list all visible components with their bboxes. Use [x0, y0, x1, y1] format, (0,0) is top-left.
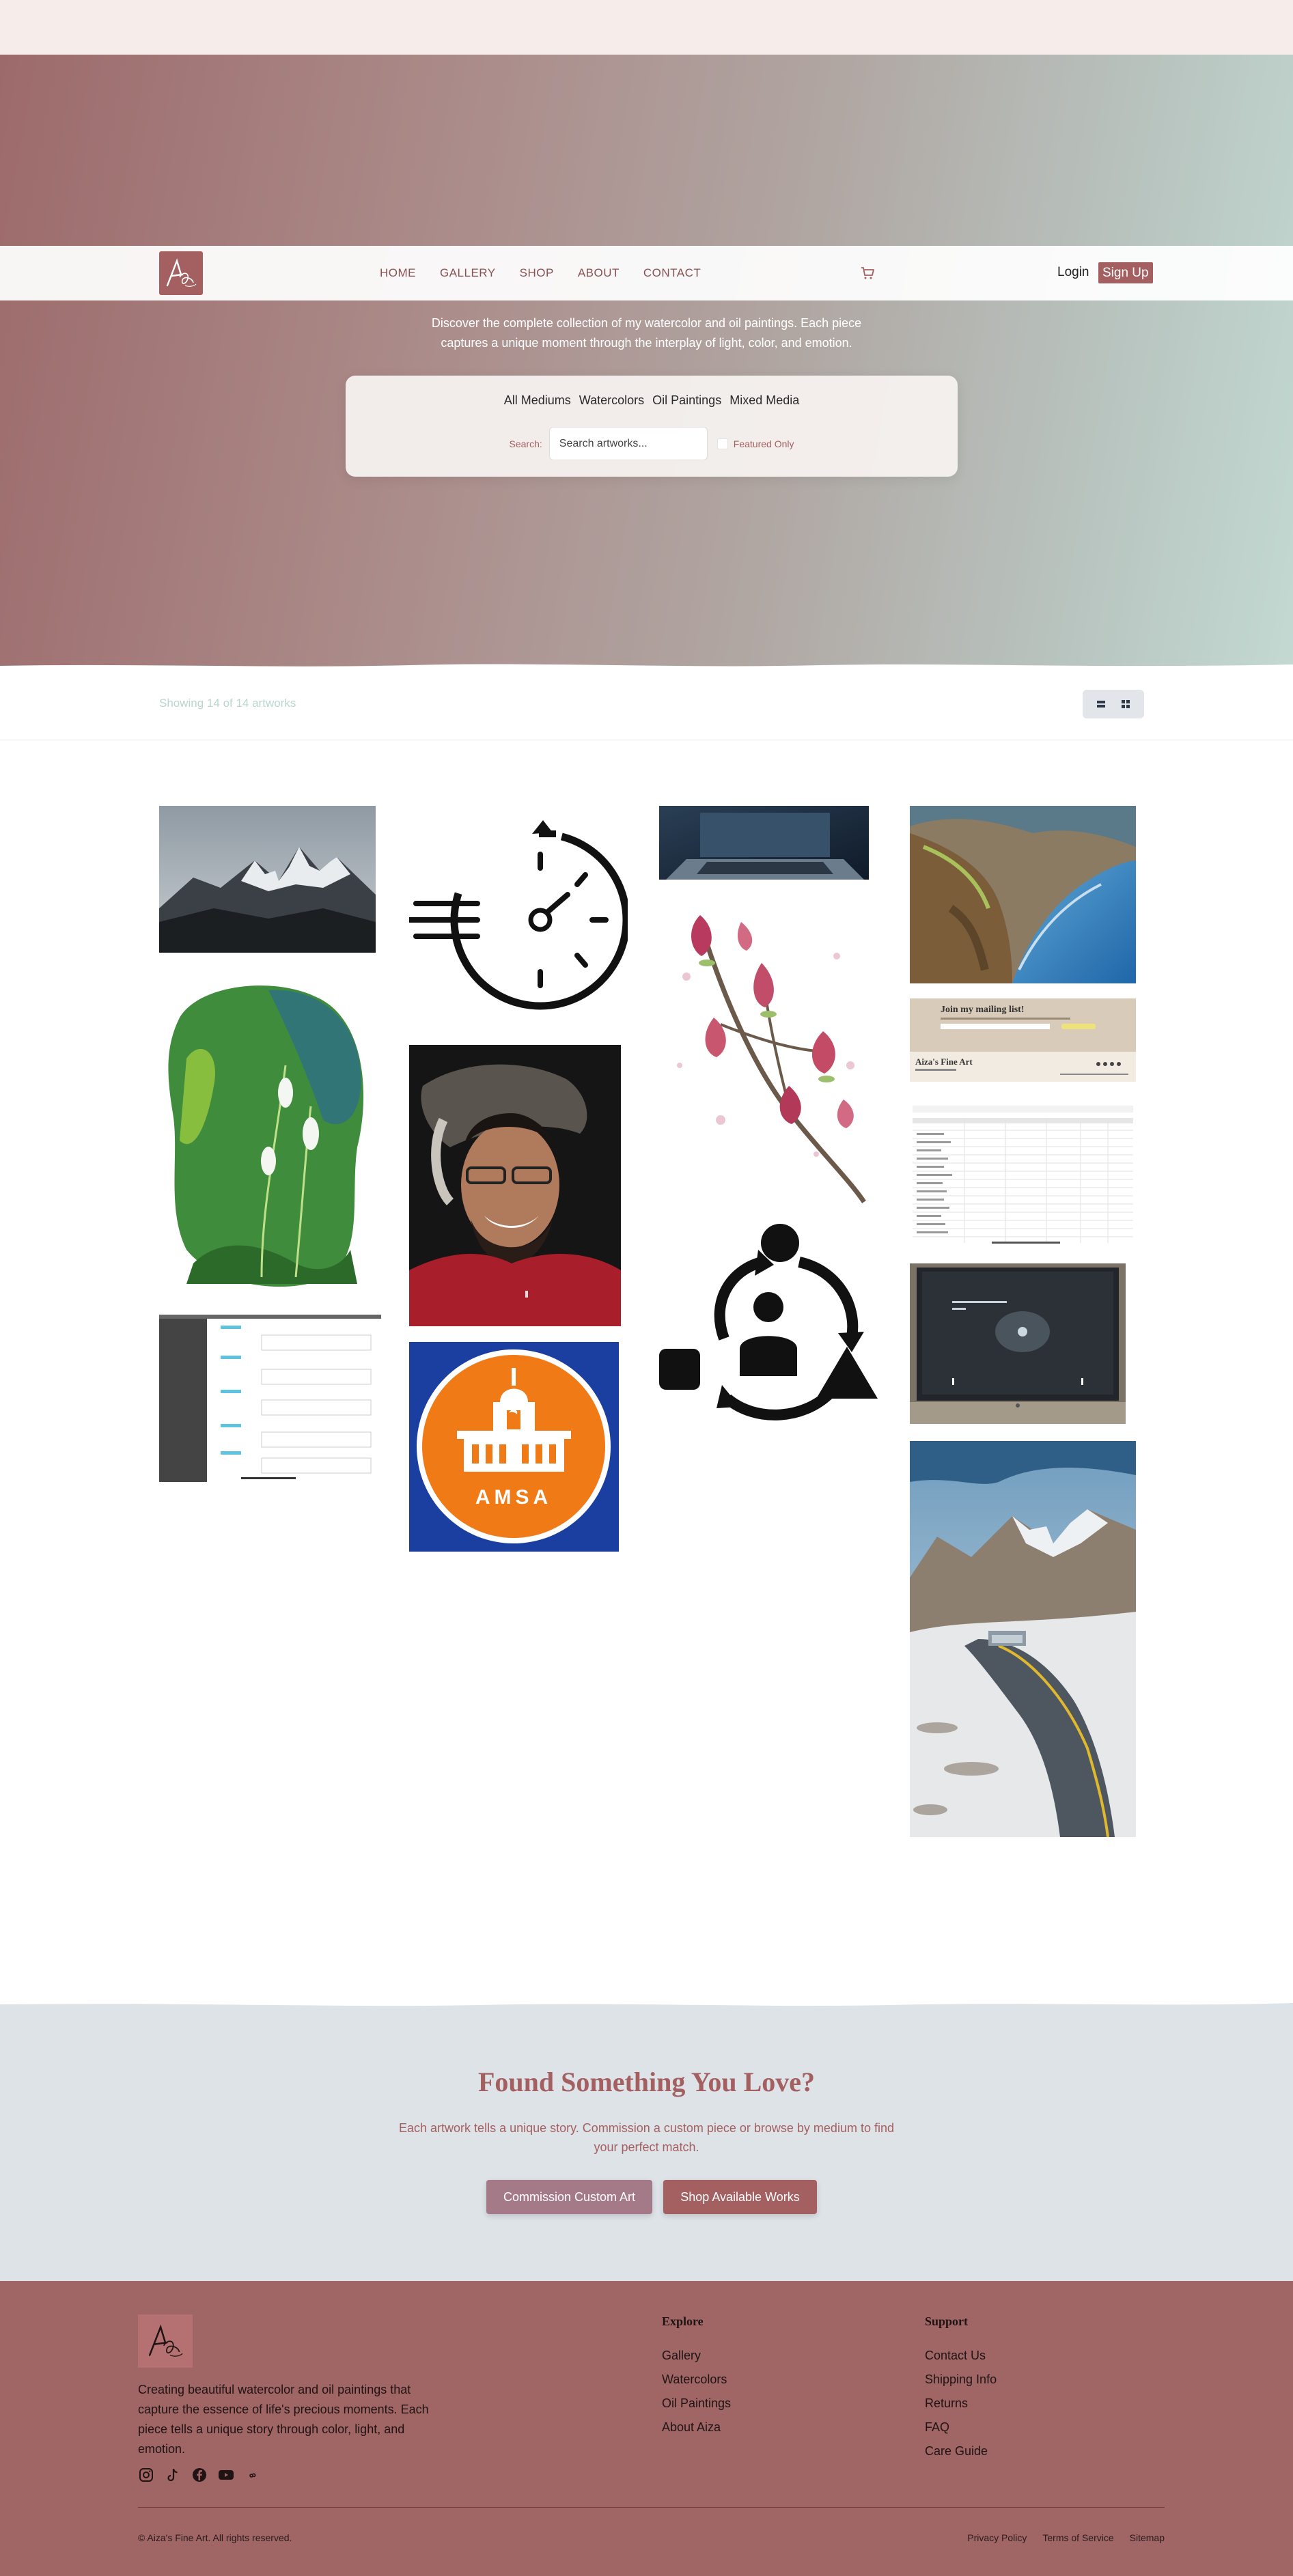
- nav-home[interactable]: HOME: [380, 266, 416, 280]
- featured-only-toggle[interactable]: Featured Only: [717, 438, 794, 449]
- artwork-amsa-logo[interactable]: AMSA: [409, 1342, 619, 1552]
- footer-link-gallery[interactable]: Gallery: [662, 2344, 731, 2368]
- footer-logo[interactable]: [138, 2314, 193, 2368]
- hero-description-line: Discover the complete collection of my w…: [431, 316, 862, 330]
- threads-icon[interactable]: [245, 2467, 261, 2483]
- site-logo[interactable]: [159, 251, 203, 295]
- artwork-snowdrops-watercolor[interactable]: [159, 977, 376, 1287]
- footer-explore-title: Explore: [662, 2314, 704, 2328]
- artwork-mailing-list-screenshot[interactable]: Join my mailing list! Aiza's Fine Art: [910, 998, 1136, 1082]
- commission-custom-art-button[interactable]: Commission Custom Art: [486, 2180, 652, 2214]
- top-strip: [0, 0, 1293, 55]
- list-view-icon[interactable]: [1096, 699, 1106, 709]
- footer-divider: [138, 2507, 1165, 2508]
- search-input[interactable]: [548, 427, 708, 460]
- cta-description: Each artwork tells a unique story. Commi…: [0, 2118, 1293, 2157]
- footer-link-about[interactable]: About Aiza: [662, 2416, 731, 2439]
- nav-shop[interactable]: SHOP: [520, 266, 554, 280]
- legal-links: Privacy Policy Terms of Service Sitemap: [967, 2532, 1165, 2543]
- results-bar: Showing 14 of 14 artworks: [0, 669, 1293, 740]
- amsa-logo-text: AMSA: [475, 1486, 552, 1509]
- cta-wave-divider: [0, 2000, 1293, 2006]
- instagram-icon[interactable]: [138, 2467, 154, 2483]
- footer-link-contact[interactable]: Contact Us: [925, 2344, 997, 2368]
- search-row: Search: Featured Only: [346, 427, 958, 460]
- featured-label: Featured Only: [733, 438, 794, 449]
- artwork-portrait-photo[interactable]: [409, 1045, 621, 1326]
- footer-link-care-guide[interactable]: Care Guide: [925, 2439, 997, 2463]
- copyright: © Aiza's Fine Art. All rights reserved.: [138, 2532, 292, 2543]
- artwork-data-table-screenshot[interactable]: [910, 1103, 1136, 1246]
- grid-view-icon[interactable]: [1121, 699, 1130, 709]
- view-toggle: [1083, 690, 1144, 718]
- footer-support-column: Support Contact Us Shipping Info Returns…: [925, 2314, 997, 2463]
- search-label: Search:: [509, 438, 542, 449]
- site-footer: Creating beautiful watercolor and oil pa…: [0, 2281, 1293, 2576]
- artwork-laptop-screen-photo[interactable]: [910, 1263, 1126, 1424]
- main-navbar: HOME GALLERY SHOP ABOUT CONTACT Login Si…: [0, 246, 1293, 300]
- artwork-community-cycle-icon[interactable]: [659, 1222, 878, 1434]
- hero-description: Discover the complete collection of my w…: [0, 313, 1293, 353]
- mailing-brand: Aiza's Fine Art: [915, 1056, 973, 1067]
- filter-tab-all[interactable]: All Mediums: [504, 393, 571, 408]
- privacy-policy-link[interactable]: Privacy Policy: [967, 2532, 1027, 2543]
- filter-tab-mixed[interactable]: Mixed Media: [729, 393, 799, 408]
- nav-links: HOME GALLERY SHOP ABOUT CONTACT: [380, 246, 725, 300]
- artwork-snowy-mountain-road[interactable]: [910, 1441, 1136, 1837]
- filter-tab-oil[interactable]: Oil Paintings: [652, 393, 721, 408]
- hero-section: [0, 55, 1293, 670]
- medium-filter-tabs: All Mediums Watercolors Oil Paintings Mi…: [346, 393, 958, 408]
- cta-title: Found Something You Love?: [477, 2067, 816, 2097]
- signup-button[interactable]: Sign Up: [1098, 262, 1153, 283]
- hero-wave-divider: [0, 664, 1293, 670]
- cta-description-line: your perfect match.: [594, 2140, 699, 2154]
- social-links: [138, 2467, 261, 2483]
- login-link[interactable]: Login: [1057, 265, 1089, 280]
- facebook-icon[interactable]: [191, 2467, 208, 2483]
- artwork-magnolia-watercolor[interactable]: [659, 895, 869, 1205]
- logo-monogram-icon: [166, 258, 197, 287]
- artwork-coastal-oil-painting[interactable]: [910, 806, 1136, 983]
- footer-link-faq[interactable]: FAQ: [925, 2416, 997, 2439]
- artwork-mountain-peaks[interactable]: [159, 806, 376, 953]
- footer-description: Creating beautiful watercolor and oil pa…: [138, 2383, 429, 2456]
- cta-description-line: Each artwork tells a unique story. Commi…: [399, 2121, 894, 2135]
- footer-explore-column: Explore Gallery Watercolors Oil Painting…: [662, 2314, 731, 2439]
- terms-of-service-link[interactable]: Terms of Service: [1042, 2532, 1113, 2543]
- cart-icon[interactable]: [859, 265, 876, 281]
- featured-checkbox[interactable]: [717, 438, 728, 449]
- footer-link-returns[interactable]: Returns: [925, 2392, 997, 2416]
- mailing-title: Join my mailing list!: [941, 1005, 1025, 1015]
- sitemap-link[interactable]: Sitemap: [1130, 2532, 1165, 2543]
- nav-contact[interactable]: CONTACT: [643, 266, 701, 280]
- shop-available-works-button[interactable]: Shop Available Works: [663, 2180, 817, 2214]
- artwork-speed-clock-icon[interactable]: [409, 816, 628, 1014]
- filter-card: All Mediums Watercolors Oil Paintings Mi…: [346, 376, 958, 477]
- footer-link-shipping[interactable]: Shipping Info: [925, 2368, 997, 2392]
- logo-monogram-icon: [148, 2324, 183, 2357]
- tiktok-icon[interactable]: [165, 2467, 181, 2483]
- nav-gallery[interactable]: GALLERY: [440, 266, 496, 280]
- cta-section: Found Something You Love? Each artwork t…: [0, 2000, 1293, 2281]
- footer-support-title: Support: [925, 2314, 969, 2328]
- footer-link-oil-paintings[interactable]: Oil Paintings: [662, 2392, 731, 2416]
- artwork-spreadsheet-screenshot[interactable]: [159, 1315, 381, 1482]
- filter-tab-watercolors[interactable]: Watercolors: [579, 393, 644, 408]
- footer-link-watercolors[interactable]: Watercolors: [662, 2368, 731, 2392]
- nav-about[interactable]: ABOUT: [578, 266, 620, 280]
- hero-description-line: captures a unique moment through the int…: [441, 336, 852, 350]
- artwork-laptop-photo[interactable]: [659, 806, 869, 880]
- results-count: Showing 14 of 14 artworks: [159, 697, 296, 710]
- youtube-icon[interactable]: [218, 2467, 234, 2483]
